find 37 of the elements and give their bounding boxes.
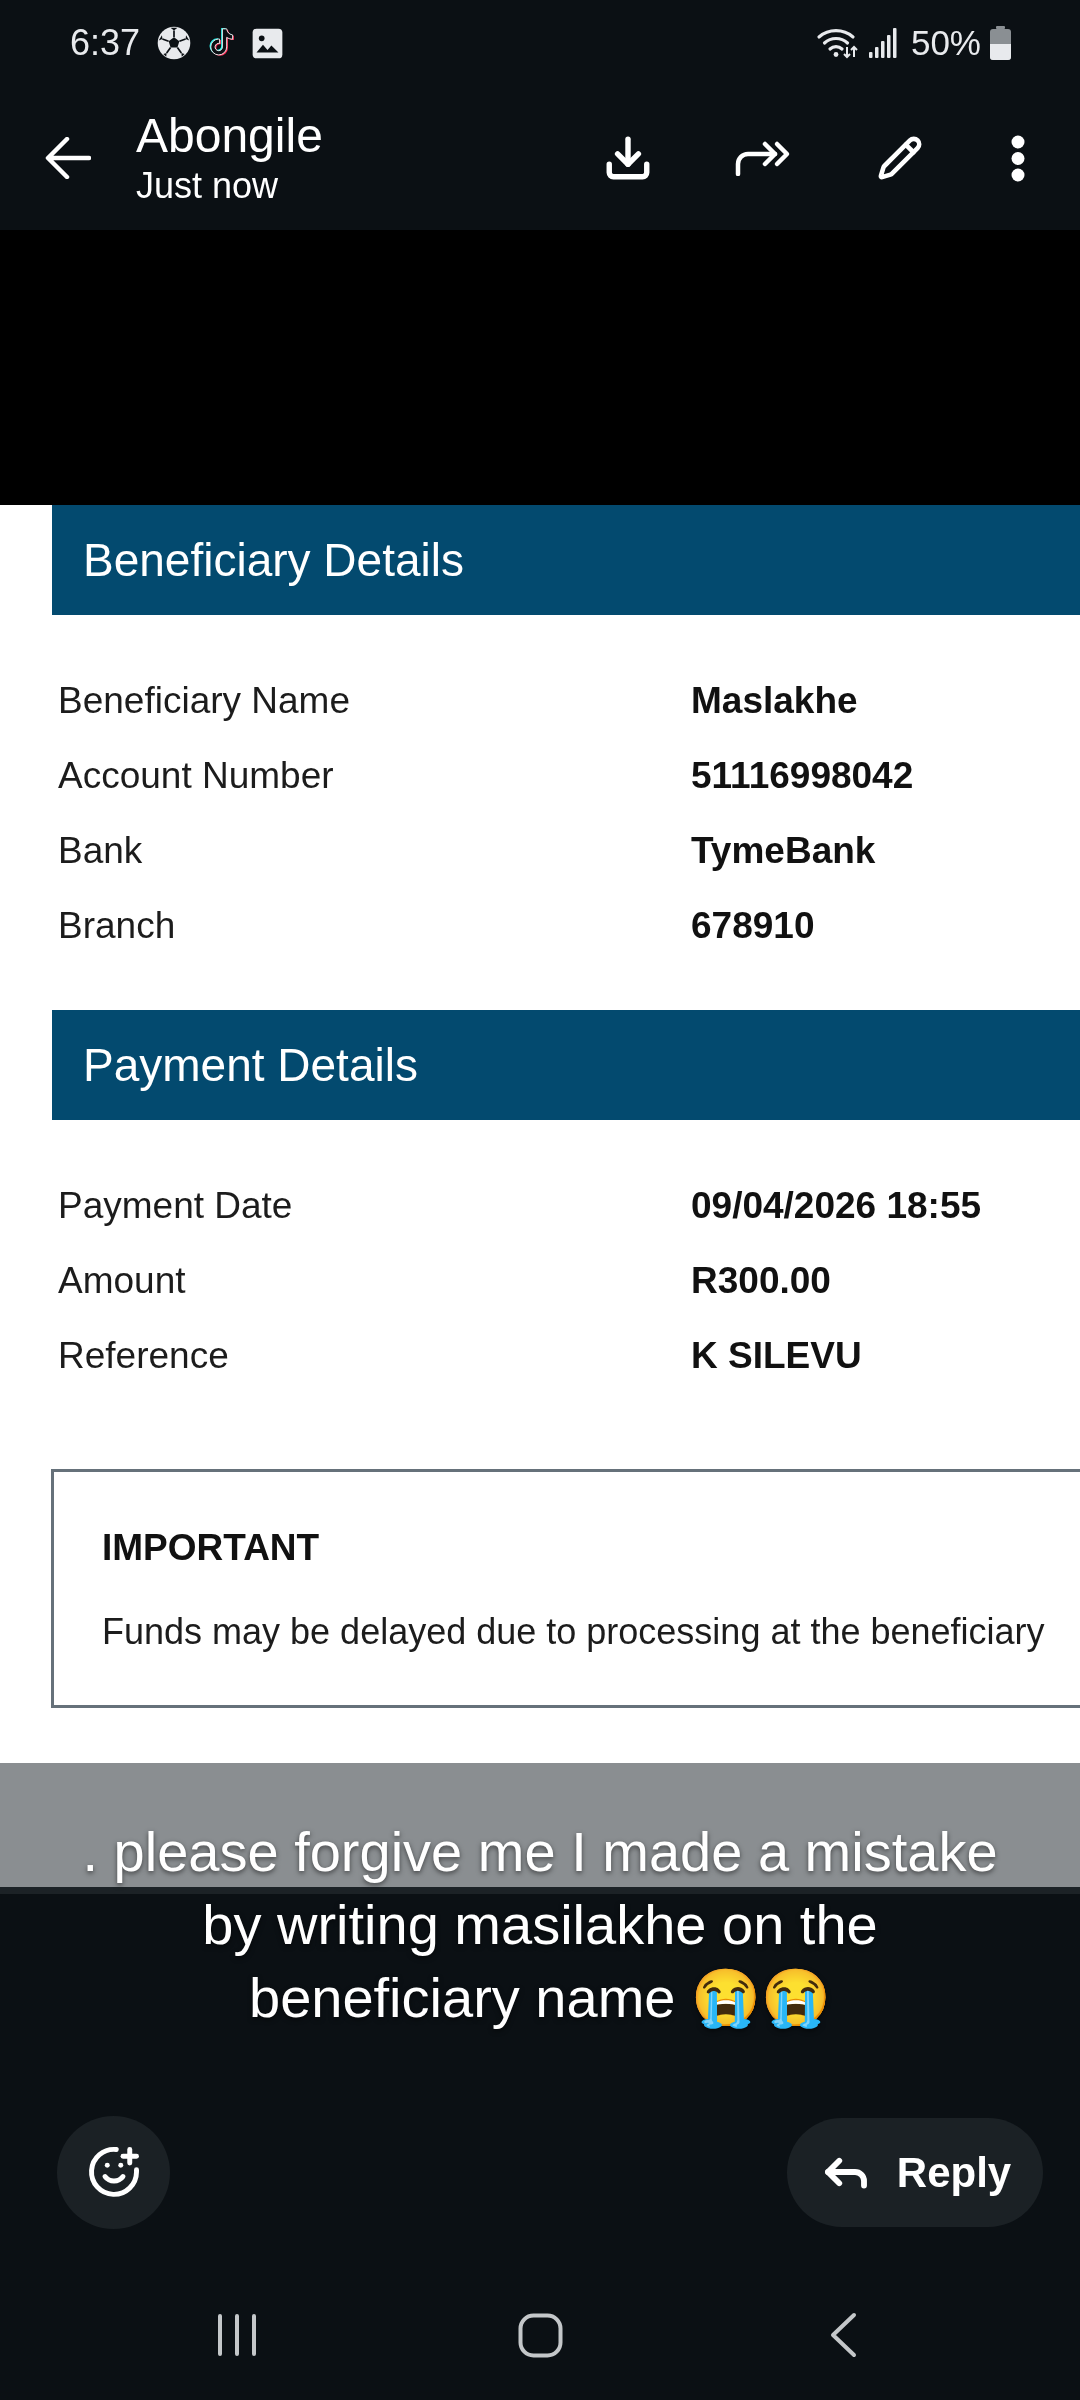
field-value: 678910 xyxy=(691,903,815,948)
more-options-icon xyxy=(1011,134,1025,182)
smiley-plus-icon xyxy=(86,2145,141,2199)
back-chevron-icon[interactable] xyxy=(829,2312,857,2358)
caption-text: . please forgive me I made a mistake by writing masilakhe on the beneficiary name 😭😭 xyxy=(81,1819,999,2031)
field-label: Payment Date xyxy=(58,1183,293,1228)
field-value: K SILEVU xyxy=(691,1333,862,1378)
forward-arrow-icon xyxy=(735,140,791,176)
picture-icon xyxy=(252,27,284,59)
reply-button[interactable]: Reply xyxy=(787,2117,1043,2227)
status-time: 6:37 xyxy=(70,22,141,64)
section-header: Payment Details xyxy=(52,1010,1080,1120)
field-value: TymeBank xyxy=(691,828,876,873)
signal-bars-icon xyxy=(868,28,897,58)
sender-name: Abongile xyxy=(136,108,323,164)
section-header: Beneficiary Details xyxy=(52,505,1080,615)
field-value: 51116998042 xyxy=(691,753,914,798)
sent-time: Just now xyxy=(136,164,280,208)
battery-percent: 50% xyxy=(910,22,981,64)
field-label: Branch xyxy=(58,903,176,948)
field-label: Account Number xyxy=(58,753,334,798)
pencil-icon xyxy=(877,135,923,181)
field-label: Bank xyxy=(58,828,143,873)
field-value: R300.00 xyxy=(691,1258,831,1303)
recent-apps-icon[interactable] xyxy=(217,2314,257,2356)
home-icon[interactable] xyxy=(517,2312,563,2358)
battery-icon xyxy=(990,26,1011,60)
field-label: Beneficiary Name xyxy=(58,678,350,723)
notice-text: Funds may be delayed due to processing at the beneficiary xyxy=(102,1610,1045,1654)
field-label: Reference xyxy=(58,1333,229,1378)
field-value: 09/04/2026 18:55 xyxy=(691,1183,982,1228)
field-value: Maslakhe xyxy=(691,678,858,723)
notice-title: IMPORTANT xyxy=(102,1526,320,1570)
wifi-icon xyxy=(815,26,859,60)
back-arrow-icon xyxy=(45,137,91,179)
field-label: Amount xyxy=(58,1258,186,1303)
soccer-ball-icon xyxy=(157,26,192,60)
